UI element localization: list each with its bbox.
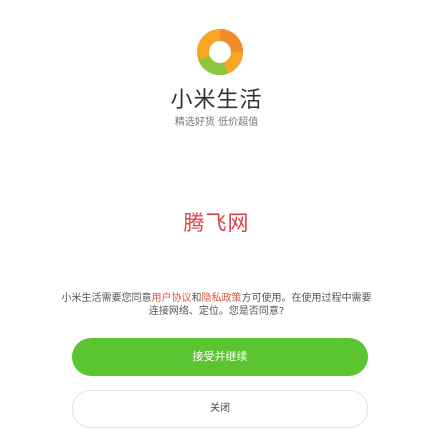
consent-screen: 小米生活 精选好货 低价超值 腾飞网 小米生活需要您同意用户协议和隐私政策方可使… <box>0 0 433 434</box>
accept-continue-button[interactable]: 接受并继续 <box>72 338 368 376</box>
app-slogan: 精选好货 低价超值 <box>174 117 259 128</box>
consent-text-part1: 小米生活需要您同意 <box>61 293 152 304</box>
app-name: 小米生活 <box>170 88 263 113</box>
app-logo-icon <box>197 29 243 76</box>
watermark-text: 腾飞网 <box>183 211 250 235</box>
consent-text-part2: 和 <box>191 293 202 304</box>
close-button[interactable]: 关闭 <box>72 390 368 428</box>
user-agreement-link[interactable]: 用户协议 <box>152 293 192 304</box>
consent-text: 小米生活需要您同意用户协议和隐私政策方可使用。在使用过程中需要连接网络、定位。您… <box>60 292 373 318</box>
privacy-policy-link[interactable]: 隐私政策 <box>202 293 242 304</box>
